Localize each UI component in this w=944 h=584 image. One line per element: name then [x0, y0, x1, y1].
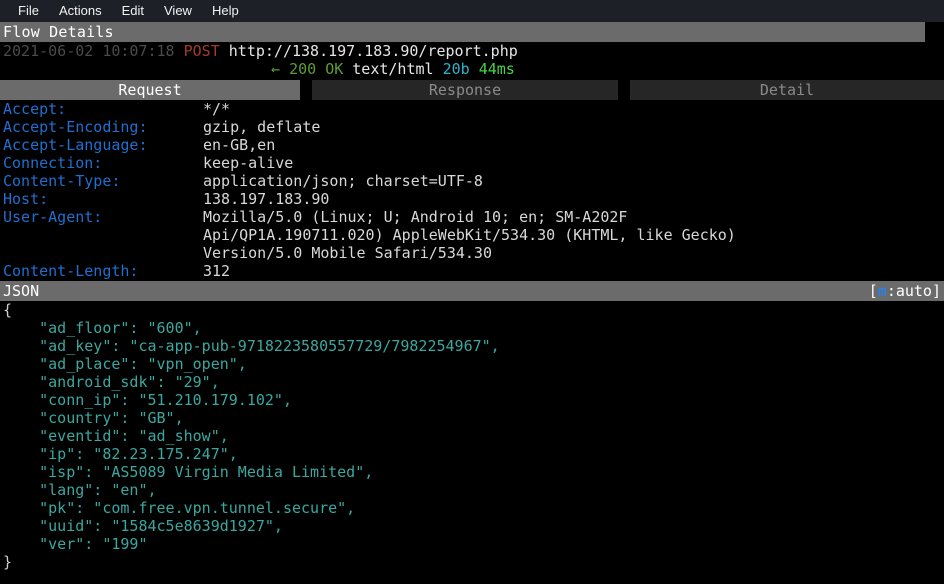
header-row: Content-Length: 312	[3, 262, 944, 280]
body-view-label: JSON	[3, 282, 40, 300]
header-row: Connection: keep-alive	[3, 154, 944, 172]
flow-summary: 2021-06-02 10:07:18 POST http://138.197.…	[0, 42, 944, 78]
header-row: Accept-Encoding: gzip, deflate	[3, 118, 944, 136]
json-line: "ad_place": "vpn_open",	[3, 355, 247, 373]
header-value: Api/QP1A.190711.020) AppleWebKit/534.30 …	[203, 226, 736, 244]
flow-details-titlebar: Flow Details	[0, 22, 944, 42]
hint-suffix: :auto]	[886, 282, 941, 300]
json-line: "ad_key": "ca-app-pub-9718223580557729/7…	[3, 337, 500, 355]
body-view-bar: JSON [m:auto]	[0, 281, 944, 301]
flow-tab-bar: Request Response Detail	[0, 80, 944, 100]
json-line: "eventid": "ad_show",	[3, 427, 229, 445]
header-value: application/json; charset=UTF-8	[203, 172, 483, 190]
header-row: Host: 138.197.183.90	[3, 190, 944, 208]
header-row: User-Agent: Mozilla/5.0 (Linux; U; Androi…	[3, 208, 944, 226]
header-value: 312	[203, 262, 231, 280]
json-line: "android_sdk": "29",	[3, 373, 220, 391]
header-name	[3, 226, 203, 244]
header-row: Accept-Language: en-GB,en	[3, 136, 944, 154]
tab-detail[interactable]: Detail	[630, 80, 944, 100]
hint-open-bracket: [	[868, 282, 878, 300]
json-line: "ver": "199"	[3, 535, 148, 553]
header-value: */*	[203, 100, 231, 118]
flow-url: http://138.197.183.90/report.php	[228, 42, 518, 60]
tab-response[interactable]: Response	[312, 80, 618, 100]
tab-divider	[300, 80, 312, 100]
request-headers-list: Accept: */* Accept-Encoding: gzip, deflate…	[0, 100, 944, 280]
hint-key-m: m	[877, 282, 887, 300]
flow-timestamp: 2021-06-02 10:07:18	[3, 42, 175, 60]
header-name: Accept:	[3, 100, 67, 118]
json-line: "isp": "AS5089 Virgin Media Limited",	[3, 463, 374, 481]
header-row: Accept: */*	[3, 100, 944, 118]
response-arrow-icon: ←	[271, 60, 281, 78]
tab-request[interactable]: Request	[0, 80, 300, 100]
header-name: Host:	[3, 190, 49, 208]
json-line: "ip": "82.23.175.247",	[3, 445, 238, 463]
header-value: en-GB,en	[203, 136, 276, 154]
json-close-brace: }	[3, 553, 13, 571]
menu-item-help[interactable]: Help	[202, 0, 249, 22]
header-name: Accept-Encoding:	[3, 118, 148, 136]
menu-item-file[interactable]: File	[8, 0, 49, 22]
menu-item-edit[interactable]: Edit	[112, 0, 154, 22]
header-name: Connection:	[3, 154, 103, 172]
header-row-continuation: Api/QP1A.190711.020) AppleWebKit/534.30 …	[3, 226, 944, 244]
json-line: "ad_floor": "600",	[3, 319, 202, 337]
menu-item-view[interactable]: View	[154, 0, 202, 22]
header-name: Content-Length:	[3, 262, 139, 280]
json-line: "uuid": "1584c5e8639d1927",	[3, 517, 283, 535]
flow-content-type: text/html	[352, 60, 434, 78]
header-value: keep-alive	[203, 154, 294, 172]
header-name: User-Agent:	[3, 208, 103, 226]
tab-divider	[618, 80, 630, 100]
header-row-continuation: Version/5.0 Mobile Safari/534.30	[3, 244, 944, 262]
json-open-brace: {	[3, 301, 13, 319]
header-name	[3, 244, 203, 262]
flow-request-line: 2021-06-02 10:07:18 POST http://138.197.…	[3, 42, 944, 60]
menu-bar: File Actions Edit View Help	[0, 0, 944, 22]
header-value: gzip, deflate	[203, 118, 321, 136]
flow-status-code: 200	[289, 60, 317, 78]
json-line: "lang": "en",	[3, 481, 157, 499]
header-value: Version/5.0 Mobile Safari/534.30	[203, 244, 492, 262]
flow-size: 20b	[442, 60, 470, 78]
json-line: "conn_ip": "51.210.179.102",	[3, 391, 292, 409]
menu-item-actions[interactable]: Actions	[49, 0, 112, 22]
json-line: "pk": "com.free.vpn.tunnel.secure",	[3, 499, 356, 517]
header-row: Content-Type: application/json; charset=U…	[3, 172, 944, 190]
header-value: 138.197.183.90	[203, 190, 330, 208]
body-view-mode-hint[interactable]: [m:auto]	[869, 281, 941, 301]
flow-duration: 44ms	[478, 60, 515, 78]
json-body-content: { "ad_floor": "600", "ad_key": "ca-app-p…	[0, 301, 944, 571]
header-name: Accept-Language:	[3, 136, 148, 154]
json-line: "country": "GB",	[3, 409, 184, 427]
header-value: Mozilla/5.0 (Linux; U; Android 10; en; S…	[203, 208, 628, 226]
flow-method: POST	[183, 42, 220, 60]
header-name: Content-Type:	[3, 172, 121, 190]
body-view-bar-bg	[0, 281, 944, 301]
flow-response-line: ← 200 OK text/html 20b 44ms	[3, 60, 944, 78]
page-title: Flow Details	[0, 22, 925, 42]
flow-status-text: OK	[325, 60, 344, 78]
